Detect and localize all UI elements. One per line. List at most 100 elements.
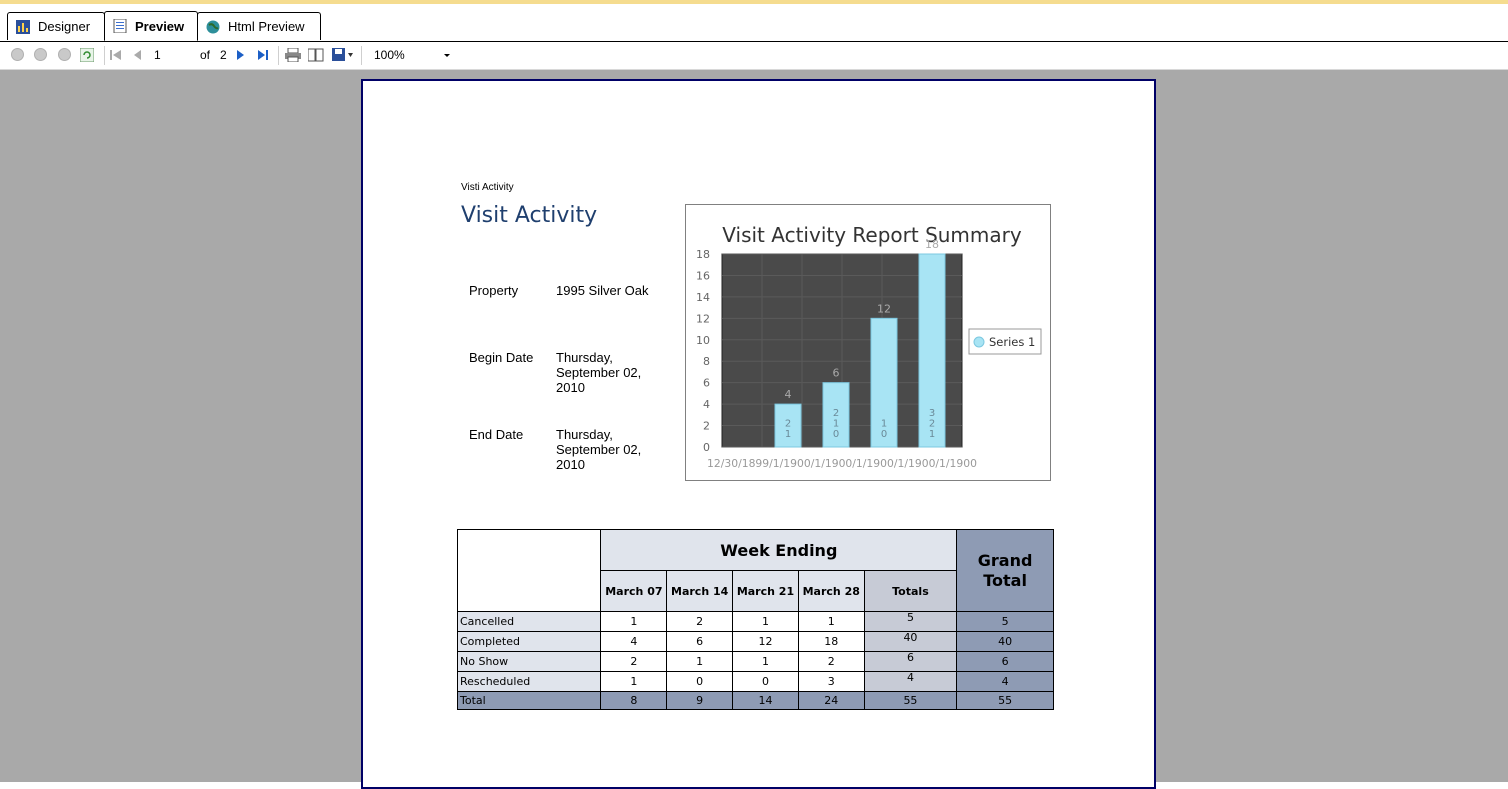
bar-inner-label: 1 bbox=[833, 419, 839, 430]
grand-total-cell: 6 bbox=[956, 651, 1054, 672]
table-row: Rescheduled 1 0 0 3 4 4 bbox=[456, 671, 1054, 692]
row-total-cell: 5 bbox=[863, 611, 958, 632]
tab-designer[interactable]: Designer bbox=[7, 12, 105, 40]
tab-preview-label: Preview bbox=[135, 18, 185, 34]
tab-preview[interactable]: Preview bbox=[104, 11, 198, 41]
table-row: Cancelled 1 2 1 1 5 5 bbox=[456, 611, 1054, 632]
bar-value-label: 6 bbox=[833, 367, 840, 380]
y-tick-label: 8 bbox=[703, 355, 710, 368]
y-tick-label: 10 bbox=[696, 334, 710, 347]
visit-activity-chart: Visit Activity Report Summary 0246810121… bbox=[696, 223, 1042, 470]
grand-total-cell: 4 bbox=[956, 671, 1054, 692]
bar-inner-label: 2 bbox=[833, 408, 839, 419]
zoom-select[interactable]: 100% bbox=[366, 44, 456, 65]
next-page-icon[interactable] bbox=[235, 48, 245, 65]
stop-icon[interactable] bbox=[58, 48, 71, 61]
table-cell: 14 bbox=[732, 691, 799, 710]
table-cell: 1 bbox=[600, 611, 668, 632]
report-page: Visti Activity Visit Activity Property 1… bbox=[361, 79, 1156, 789]
column-header: March 14 bbox=[666, 570, 734, 612]
y-tick-label: 14 bbox=[696, 291, 710, 304]
table-row: Completed 4 6 12 18 40 40 bbox=[456, 631, 1054, 652]
page-of-label: of bbox=[200, 48, 211, 62]
tab-designer-label: Designer bbox=[38, 19, 91, 34]
bar-inner-label: 2 bbox=[785, 419, 791, 430]
end-date-line: Thursday, bbox=[556, 427, 613, 442]
legend-series-label: Series 1 bbox=[989, 335, 1035, 349]
previous-page-icon[interactable] bbox=[132, 48, 142, 65]
report-title: Visit Activity bbox=[461, 203, 598, 228]
end-date-line: 2010 bbox=[556, 457, 585, 472]
page-total-label: 2 bbox=[220, 48, 227, 62]
grand-total-cell: 5 bbox=[956, 611, 1054, 632]
table-cell: 24 bbox=[797, 691, 865, 710]
last-page-icon[interactable] bbox=[257, 48, 269, 65]
bar-inner-label: 3 bbox=[929, 408, 935, 419]
week-ending-header: Week Ending bbox=[600, 529, 958, 571]
tab-html-preview-label: Html Preview bbox=[228, 19, 305, 34]
table-cell: 12 bbox=[732, 631, 799, 652]
preview-icon bbox=[113, 18, 127, 34]
begin-date-line: September 02, bbox=[556, 365, 642, 380]
y-tick-label: 2 bbox=[703, 420, 710, 433]
tab-html-preview[interactable]: Html Preview bbox=[197, 12, 321, 40]
tab-bar: Designer Preview Html Preview bbox=[0, 4, 1508, 42]
begin-date-line: Thursday, bbox=[556, 350, 613, 365]
row-total-cell: 6 bbox=[863, 651, 958, 672]
end-date-label: End Date bbox=[469, 427, 524, 442]
print-icon[interactable] bbox=[285, 47, 301, 65]
row-label: No Show bbox=[456, 651, 602, 672]
bar-value-label: 18 bbox=[925, 238, 939, 251]
page-number-input[interactable]: 1 bbox=[154, 48, 192, 63]
refresh-icon[interactable] bbox=[79, 47, 95, 65]
table-corner-cell bbox=[456, 529, 602, 612]
y-tick-label: 12 bbox=[696, 312, 710, 325]
table-cell: 2 bbox=[600, 651, 668, 672]
end-date-value: Thursday, September 02, 2010 bbox=[556, 427, 641, 472]
row-label: Total bbox=[456, 691, 602, 710]
table-cell: 6 bbox=[666, 631, 734, 652]
table-cell: 1 bbox=[600, 671, 668, 692]
chart-container: Visit Activity Report Summary 0 2 4 6 8 10 12 1… bbox=[685, 204, 1051, 481]
grand-total-cell: 55 bbox=[956, 691, 1054, 710]
y-tick-label: 18 bbox=[696, 248, 710, 261]
week-ending-table: Week Ending Grand Total March 07 March 14… bbox=[456, 529, 1054, 710]
bar-inner-label: 1 bbox=[881, 419, 887, 430]
grand-total-cell: 40 bbox=[956, 631, 1054, 652]
table-cell: 1 bbox=[732, 651, 799, 672]
table-cell: 0 bbox=[732, 671, 799, 692]
export-save-icon[interactable] bbox=[332, 48, 354, 65]
first-page-icon[interactable] bbox=[110, 48, 122, 65]
column-header: Totals bbox=[863, 570, 958, 612]
row-label: Cancelled bbox=[456, 611, 602, 632]
bar-inner-label: 1 bbox=[929, 429, 935, 440]
end-date-line: September 02, bbox=[556, 442, 642, 457]
bar-inner-label: 2 bbox=[929, 419, 935, 430]
table-cell: 3 bbox=[797, 671, 865, 692]
print-layout-icon[interactable] bbox=[307, 48, 324, 65]
designer-icon bbox=[16, 19, 30, 34]
table-cell: 2 bbox=[797, 651, 865, 672]
row-label: Completed bbox=[456, 631, 602, 652]
bar-inner-label: 0 bbox=[881, 429, 887, 440]
begin-date-line: 2010 bbox=[556, 380, 585, 395]
legend-swatch bbox=[973, 336, 985, 348]
table-cell: 1 bbox=[797, 611, 865, 632]
table-cell: 1 bbox=[666, 651, 734, 672]
table-row: No Show 2 1 1 2 6 6 bbox=[456, 651, 1054, 672]
report-small-title: Visti Activity bbox=[461, 182, 514, 193]
bar-inner-label: 0 bbox=[833, 429, 839, 440]
table-cell: 2 bbox=[666, 611, 734, 632]
column-header: March 28 bbox=[797, 570, 865, 612]
bar-value-label: 12 bbox=[877, 302, 891, 315]
chart-title: Visit Activity Report Summary bbox=[722, 223, 1022, 247]
grand-total-header: Grand Total bbox=[956, 529, 1054, 612]
table-cell: 0 bbox=[666, 671, 734, 692]
back-icon[interactable] bbox=[11, 48, 24, 61]
begin-date-value: Thursday, September 02, 2010 bbox=[556, 350, 641, 395]
begin-date-label: Begin Date bbox=[469, 350, 534, 365]
forward-icon[interactable] bbox=[34, 48, 47, 61]
y-tick-label: 0 bbox=[703, 441, 710, 454]
column-header: March 21 bbox=[732, 570, 799, 612]
x-axis-labels: 12/30/1899/1/1900/1/1900/1/1900/1/1900/1… bbox=[707, 458, 977, 470]
